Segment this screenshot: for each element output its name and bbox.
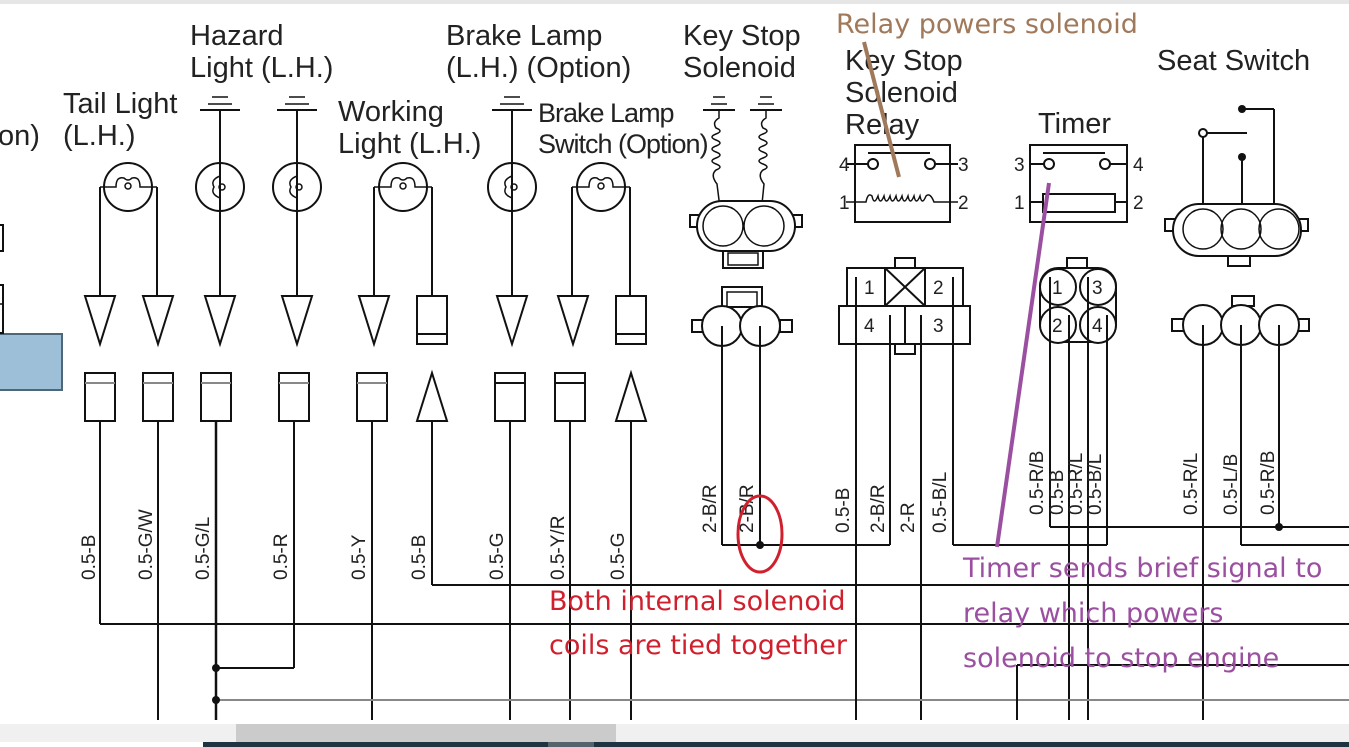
wire-label: 2-B/R	[868, 484, 889, 533]
wire-label: 0.5-L/B	[1221, 454, 1242, 515]
timer-annotation-line-3: solenoid to stop engine	[963, 643, 1279, 674]
brake-lamp-switch-label-2: Switch (Option)	[538, 129, 708, 159]
wire-label: 0.5-G	[608, 532, 629, 580]
wire-label: 0.5-Y	[349, 534, 370, 580]
wire-label: 2-B/R	[737, 484, 758, 533]
relay-pin-2: 2	[958, 193, 969, 214]
partial-connector-upper	[0, 224, 4, 252]
relay-label-2: Solenoid	[845, 77, 958, 109]
relay-symbol	[846, 144, 958, 223]
wire-label: 0.5-B/L	[930, 472, 951, 533]
partial-connector-lower	[0, 284, 4, 334]
solenoid-annotation-line-1: Both internal solenoid	[549, 586, 845, 617]
timer-connector-pin-1: 1	[1052, 278, 1063, 299]
upper-connector-row	[83, 295, 647, 348]
relay-pin-4: 4	[839, 155, 850, 176]
working-light-label-2: Light (L.H.)	[338, 128, 481, 160]
timer-pin-3: 3	[1014, 155, 1025, 176]
wire-label: 0.5-B	[79, 535, 100, 580]
wire-label: 0.5-B/L	[1085, 454, 1106, 515]
horizontal-scrollbar-thumb[interactable]	[236, 724, 616, 742]
partial-component-label: on)	[0, 120, 40, 152]
ground-icon	[750, 96, 782, 111]
lower-connector-row	[84, 369, 648, 422]
tail-light-label-1: Tail Light	[63, 88, 177, 120]
brake-lamp-label-2: (L.H.) (Option)	[446, 52, 631, 84]
solenoid-annotation-line-2: coils are tied together	[549, 630, 848, 661]
hazard-light-label-1: Hazard	[190, 20, 284, 52]
key-stop-solenoid-label-1: Key Stop	[683, 20, 801, 52]
relay-connector-pin-2: 2	[933, 278, 944, 299]
brake-lamp-switch-label-1: Brake Lamp	[538, 98, 674, 128]
relay-pin-1: 1	[839, 193, 850, 214]
timer-pin-1: 1	[1014, 193, 1025, 214]
horizontal-scrollbar-track[interactable]	[0, 724, 1349, 742]
wire-label: 0.5-Y/R	[548, 516, 569, 580]
key-stop-solenoid-label-2: Solenoid	[683, 52, 796, 84]
hazard-light-label-2: Light (L.H.)	[190, 52, 333, 84]
tail-light-bulb-icon	[100, 162, 157, 212]
brake-lamp-switch-bulb-icon	[572, 162, 630, 212]
ground-icon	[703, 96, 735, 111]
wire-label: 0.5-G/L	[193, 517, 214, 580]
timer-connector-pin-2: 2	[1052, 316, 1063, 337]
ground-icon	[492, 96, 532, 111]
timer-connector-pin-4: 4	[1092, 316, 1103, 337]
wire-label: 0.5-R	[271, 534, 292, 580]
timer-annotation-line-2: relay which powers	[963, 598, 1223, 629]
timer-label: Timer	[1038, 108, 1111, 140]
timer-pin-4: 4	[1133, 155, 1144, 176]
seat-switch-label: Seat Switch	[1157, 45, 1310, 77]
relay-connector-pin-3: 3	[933, 316, 944, 337]
wiring-diagram: on) Tail Light (L.H.) Hazard Light (L.H.…	[0, 9, 1349, 720]
ground-icon	[277, 96, 317, 111]
wire-label: 0.5-R/L	[1181, 453, 1202, 515]
wire-label: 0.5-B	[409, 535, 430, 580]
wire-label: 0.5-R/L	[1066, 453, 1087, 515]
working-light-label-1: Working	[338, 96, 444, 128]
wire-label: 0.5-G/W	[136, 509, 157, 580]
working-light-bulb-icon	[374, 162, 432, 212]
solenoid-connector	[689, 200, 803, 269]
timer-pin-2: 2	[1133, 193, 1144, 214]
wire-label: 0.5-R/B	[1027, 451, 1048, 515]
seat-switch-connector	[1164, 203, 1309, 267]
wire-label: 2-R	[898, 502, 919, 533]
relay-label-1: Key Stop	[845, 45, 963, 77]
tail-light-label-2: (L.H.)	[63, 120, 136, 152]
wire-label: 0.5-G	[487, 532, 508, 580]
relay-pin-3: 3	[958, 155, 969, 176]
wire-label: 2-B/R	[700, 484, 721, 533]
relay-annotation: Relay powers solenoid	[836, 9, 1138, 40]
relay-connector-pin-4: 4	[864, 316, 875, 337]
wire-label: 0.5-B	[833, 488, 854, 533]
relay-connector-pin-1: 1	[864, 278, 875, 299]
timer-connector-pin-3: 3	[1092, 278, 1103, 299]
taskbar-item[interactable]	[548, 742, 594, 747]
wire-label: 0.5-B	[1047, 470, 1068, 515]
brake-lamp-label-1: Brake Lamp	[446, 20, 602, 52]
highlight-box	[0, 333, 63, 391]
timer-annotation-line-1: Timer sends brief signal to	[962, 553, 1322, 584]
wire-label: 0.5-R/B	[1258, 451, 1279, 515]
ground-icon	[200, 96, 240, 111]
taskbar	[203, 742, 1349, 747]
